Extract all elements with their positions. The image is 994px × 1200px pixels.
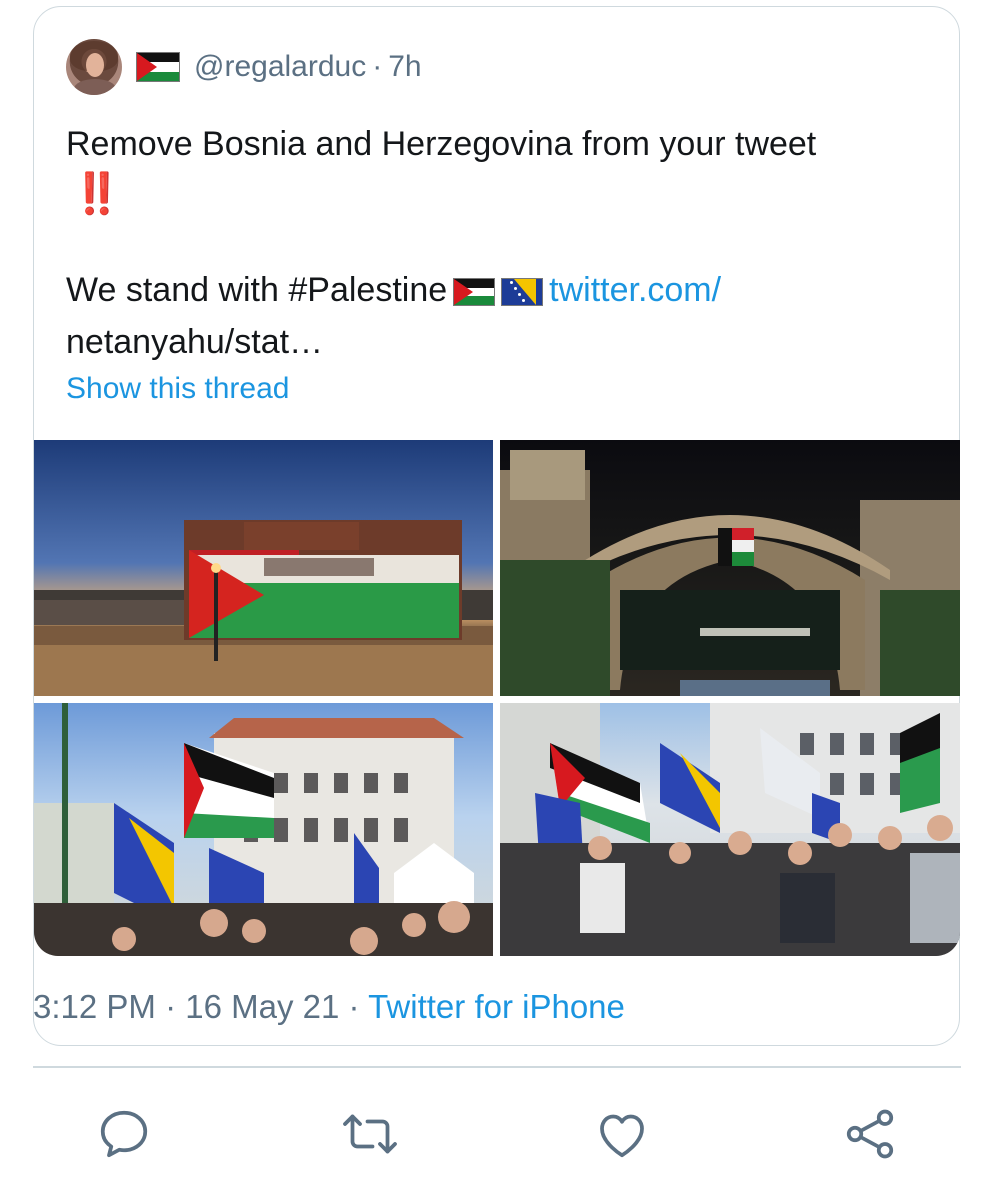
tweet-time: 3:12 PM xyxy=(33,988,156,1025)
palestine-flag-icon xyxy=(453,278,496,307)
media-photo-building[interactable] xyxy=(34,440,493,696)
meta-separator: · xyxy=(348,988,360,1025)
reply-icon xyxy=(100,1110,148,1158)
media-photo-bridge[interactable] xyxy=(500,440,960,696)
show-thread-link[interactable]: Show this thread xyxy=(66,372,289,406)
share-button[interactable] xyxy=(840,1104,900,1164)
meta-separator: · xyxy=(165,988,177,1025)
retweet-icon xyxy=(343,1114,397,1154)
divider xyxy=(33,1066,961,1068)
tweet-metadata: 3:12 PM · 16 May 21 · Twitter for iPhone xyxy=(33,988,625,1026)
palestine-flag-icon xyxy=(136,52,180,82)
tweet-link-continued: netanyahu/stat… xyxy=(66,318,323,366)
retweet-button[interactable] xyxy=(340,1104,400,1164)
tweet-link-path[interactable]: netanyahu/stat… xyxy=(66,323,323,361)
tweet-date: 16 May 21 xyxy=(185,988,340,1025)
flags-group xyxy=(453,278,544,307)
user-handle[interactable]: @regalarduc xyxy=(194,50,366,84)
media-photo-crowd[interactable] xyxy=(34,703,493,956)
reply-button[interactable] xyxy=(94,1104,154,1164)
action-bar xyxy=(0,1104,994,1164)
media-photo-march[interactable] xyxy=(500,703,960,956)
media-grid xyxy=(34,440,960,956)
tweet-source-link[interactable]: Twitter for iPhone xyxy=(368,988,625,1025)
like-button[interactable] xyxy=(592,1104,652,1164)
tweet-text-line1: Remove Bosnia and Herzegovina from your … xyxy=(66,125,817,163)
double-exclamation-icon: ‼️ xyxy=(72,172,122,216)
tweet-header: @regalarduc · 7h xyxy=(66,38,422,96)
avatar[interactable] xyxy=(66,39,122,95)
tweet-link[interactable]: twitter.com/ xyxy=(549,271,721,309)
separator-dot: · xyxy=(372,50,383,83)
share-icon xyxy=(846,1109,894,1159)
like-icon xyxy=(600,1114,644,1158)
hashtag-text: We stand with #Palestine xyxy=(66,271,448,309)
tweet-text-line2: We stand with #Palestine twitter.com/ xyxy=(66,266,721,314)
tweet-age[interactable]: 7h xyxy=(388,50,421,84)
bosnia-flag-icon xyxy=(501,278,544,307)
